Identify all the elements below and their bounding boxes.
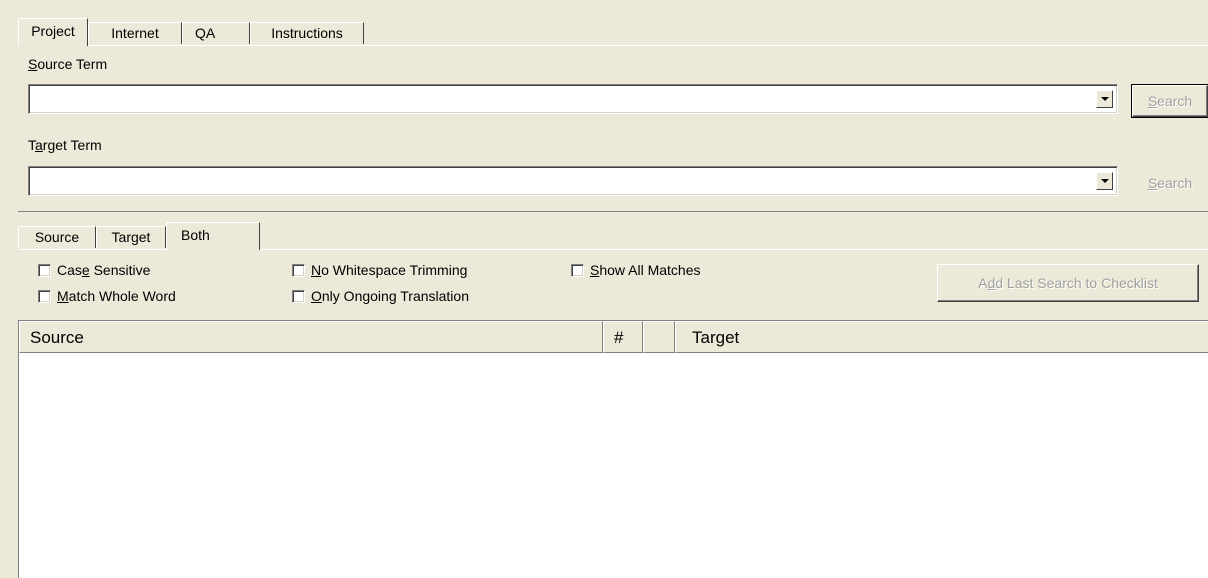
scope-tab-topline	[18, 211, 1208, 212]
tab-instructions[interactable]: Instructions	[250, 22, 364, 44]
target-term-label: Target Term	[28, 137, 102, 153]
tab-both[interactable]: Both	[166, 222, 260, 250]
source-term-label: Source Term	[28, 56, 108, 72]
chevron-down-icon	[1101, 97, 1109, 101]
case-sensitive-option[interactable]: Case Sensitive	[38, 262, 150, 280]
source-search-button[interactable]: Search	[1131, 84, 1208, 118]
main-tab-baseline	[18, 45, 1208, 46]
chevron-down-icon	[1101, 179, 1109, 183]
only-ongoing-translation-option[interactable]: Only Ongoing Translation	[292, 288, 469, 306]
target-search-button[interactable]: Search	[1132, 167, 1208, 199]
tab-internet[interactable]: Internet	[88, 22, 182, 44]
results-table-header: Source # Target	[19, 321, 1208, 353]
column-header-target[interactable]: Target	[675, 321, 1208, 353]
tab-source[interactable]: Source	[18, 226, 96, 248]
results-table[interactable]: Source # Target	[18, 320, 1208, 578]
match-whole-word-checkbox[interactable]	[38, 290, 51, 303]
column-header-blank[interactable]	[643, 321, 675, 353]
scope-tab-strip: Source Target Both	[18, 222, 1208, 250]
target-term-dropdown-button[interactable]	[1096, 172, 1113, 190]
main-tab-strip: Project Internet QA Instructions	[18, 18, 1208, 46]
column-header-source[interactable]: Source	[19, 321, 603, 353]
show-all-matches-option[interactable]: Show All Matches	[571, 262, 701, 280]
show-all-matches-checkbox[interactable]	[571, 264, 584, 277]
source-term-combo[interactable]	[28, 84, 1118, 114]
match-whole-word-option[interactable]: Match Whole Word	[38, 288, 176, 306]
target-term-combo[interactable]	[28, 166, 1118, 196]
results-table-body[interactable]	[19, 353, 1208, 578]
no-whitespace-trimming-checkbox[interactable]	[292, 264, 305, 277]
no-whitespace-trimming-option[interactable]: No Whitespace Trimming	[292, 262, 467, 280]
only-ongoing-translation-checkbox[interactable]	[292, 290, 305, 303]
case-sensitive-checkbox[interactable]	[38, 264, 51, 277]
add-last-search-to-checklist-button[interactable]: Add Last Search to Checklist	[937, 264, 1199, 302]
column-header-count[interactable]: #	[603, 321, 643, 353]
tab-project[interactable]: Project	[18, 18, 88, 46]
tab-target[interactable]: Target	[96, 226, 166, 248]
tab-qa[interactable]: QA	[182, 22, 250, 44]
source-term-dropdown-button[interactable]	[1096, 90, 1113, 108]
